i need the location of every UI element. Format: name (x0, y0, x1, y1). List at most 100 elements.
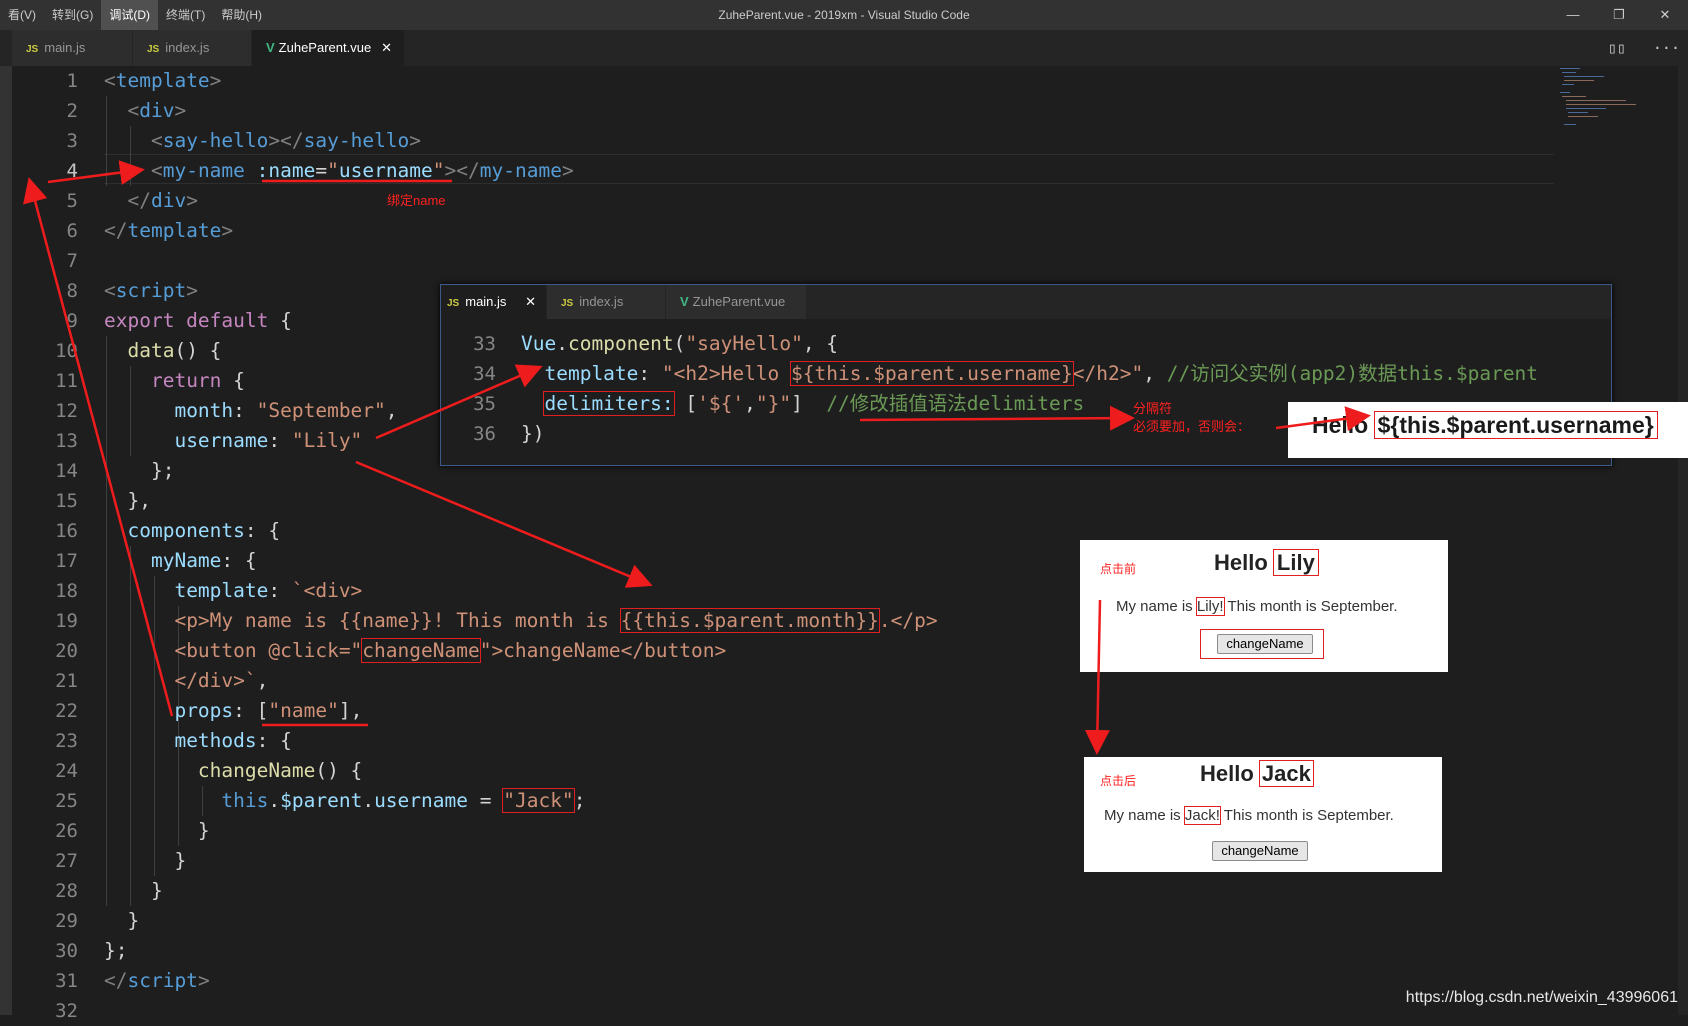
menu-bar: 看(V) 转到(G) 调试(D) 终端(T) 帮助(H) (0, 0, 270, 30)
line-number: 21 (55, 670, 78, 692)
line-number: 14 (55, 460, 78, 482)
code-line-2: <div> (127, 99, 187, 122)
tab-label: main.js (465, 294, 507, 309)
annotation-must-add: 必须要加，否则会： (1133, 419, 1251, 434)
code-line-6: </template> (104, 219, 234, 242)
js-file-icon: JS (561, 298, 574, 309)
js-file-icon: JS (26, 44, 39, 55)
code-line-15: }, (127, 489, 151, 512)
tab-main-js[interactable]: JS main.js (12, 30, 132, 66)
code-line-4: <my-name :name="username"></my-name> (150, 159, 574, 182)
line-number: 23 (55, 730, 78, 752)
tab-label: ZuheParent.vue (278, 40, 372, 55)
line-number: 35 (473, 393, 496, 415)
tab-label: index.js (165, 40, 210, 55)
name-paragraph: My name is Lily! This month is September… (1116, 597, 1398, 616)
code-editor[interactable]: <template> <div> <say-hello></say-hello>… (104, 66, 938, 992)
inset-tab-zuheparent-vue[interactable]: V ZuheParent.vue (666, 285, 806, 319)
close-tab-icon[interactable]: ✕ (525, 285, 536, 319)
line-number: 22 (55, 700, 78, 722)
line-number: 1 (66, 70, 78, 92)
code-line-11: return { (150, 369, 245, 392)
menu-view[interactable]: 看(V) (0, 0, 44, 30)
watermark: https://blog.csdn.net/weixin_43996061 (1405, 989, 1678, 1006)
code-line-27: } (174, 849, 187, 872)
code-line-30: }; (104, 939, 128, 962)
inset-code-line-35: delimiters: ['${',"}"] //修改插值语法delimiter… (543, 391, 1085, 416)
line-number: 25 (55, 790, 78, 812)
code-line-31: </script> (104, 969, 210, 992)
inset-code-line-34: template: "<h2>Hello ${this.$parent.user… (544, 361, 1539, 386)
label-before-click: 点击前 (1100, 562, 1137, 576)
raw-render-result: Hello ${this.$parent.username} (1288, 402, 1688, 458)
vertical-scrollbar[interactable] (1678, 66, 1688, 1015)
line-number-current: 4 (66, 160, 78, 182)
line-number: 11 (55, 370, 78, 392)
tab-label: index.js (579, 294, 624, 309)
line-number: 26 (55, 820, 78, 842)
arrow-to-parent-month (355, 460, 653, 588)
vue-file-icon: V (680, 294, 689, 309)
line-number: 5 (66, 190, 78, 212)
code-line-14: }; (150, 459, 175, 482)
code-line-22: props: ["name"], (174, 699, 363, 722)
line-number: 10 (55, 340, 78, 362)
code-line-19: <p>My name is {{name}}! This month is {{… (174, 608, 938, 633)
menu-terminal[interactable]: 终端(T) (158, 0, 213, 30)
line-number: 6 (66, 220, 78, 242)
inset-tab-index-js[interactable]: JS index.js (547, 285, 665, 319)
minimize-icon[interactable]: — (1550, 0, 1596, 30)
code-line-13: username: "Lily" (174, 429, 363, 452)
code-line-9: export default { (104, 309, 292, 332)
line-number: 28 (55, 880, 78, 902)
line-number: 18 (55, 580, 78, 602)
line-number: 12 (55, 400, 78, 422)
line-number: 19 (55, 610, 78, 632)
line-number: 17 (55, 550, 78, 572)
window-controls: — ❐ ✕ (1550, 0, 1688, 30)
code-line-17: myName: { (150, 549, 257, 572)
close-tab-icon[interactable]: ✕ (381, 30, 392, 66)
code-line-10: data() { (127, 339, 222, 362)
split-editor-icon[interactable]: ▯▯ ··· (1608, 30, 1680, 66)
code-line-1: <template> (104, 69, 222, 92)
name-paragraph: My name is Jack! This month is September… (1104, 806, 1394, 825)
restore-icon[interactable]: ❐ (1596, 0, 1642, 30)
code-line-8: <script> (104, 279, 198, 302)
activity-bar (0, 66, 12, 1015)
js-file-icon: JS (447, 298, 460, 309)
tab-index-js[interactable]: JS index.js (133, 30, 251, 66)
result-panel-after-click: 点击后 Hello Jack My name is Jack! This mon… (1084, 757, 1442, 872)
code-line-28: } (150, 879, 163, 902)
inset-tab-bar: JS main.js ✕ JS index.js V ZuheParent.vue (441, 285, 1611, 319)
tab-zuheparent-vue[interactable]: V ZuheParent.vue ✕ (252, 30, 404, 66)
change-name-button[interactable]: changeName (1217, 634, 1313, 654)
menu-help[interactable]: 帮助(H) (213, 0, 270, 30)
line-number: 29 (55, 910, 78, 932)
minimap[interactable] (1558, 66, 1668, 166)
line-number: 3 (66, 130, 78, 152)
code-line-3: <say-hello></say-hello> (150, 129, 422, 152)
change-name-button[interactable]: changeName (1212, 841, 1308, 861)
hello-heading: Hello Jack (1200, 760, 1314, 787)
inset-code-line-36: }) (521, 422, 545, 445)
code-line-24: changeName() { (197, 759, 363, 782)
line-number: 32 (55, 1000, 78, 1022)
line-number: 16 (55, 520, 78, 542)
line-number: 7 (66, 250, 78, 272)
vue-file-icon: V (266, 40, 275, 55)
menu-go[interactable]: 转到(G) (44, 0, 101, 30)
close-window-icon[interactable]: ✕ (1642, 0, 1688, 30)
line-number: 34 (473, 363, 496, 385)
label-after-click: 点击后 (1100, 774, 1137, 788)
line-number: 30 (55, 940, 78, 962)
tab-label: main.js (44, 40, 86, 55)
menu-debug[interactable]: 调试(D) (101, 0, 158, 30)
inset-tab-main-js[interactable]: JS main.js ✕ (441, 285, 546, 319)
hello-heading: Hello Lily (1214, 549, 1319, 576)
line-number-gutter: 1 2 3 4 5 6 7 8 9 10 11 12 13 14 15 16 1… (12, 66, 82, 1022)
line-number: 15 (55, 490, 78, 512)
raw-hello-heading: Hello ${this.$parent.username} (1312, 411, 1658, 439)
line-number: 9 (66, 310, 78, 332)
code-line-5: </div> (127, 189, 198, 212)
